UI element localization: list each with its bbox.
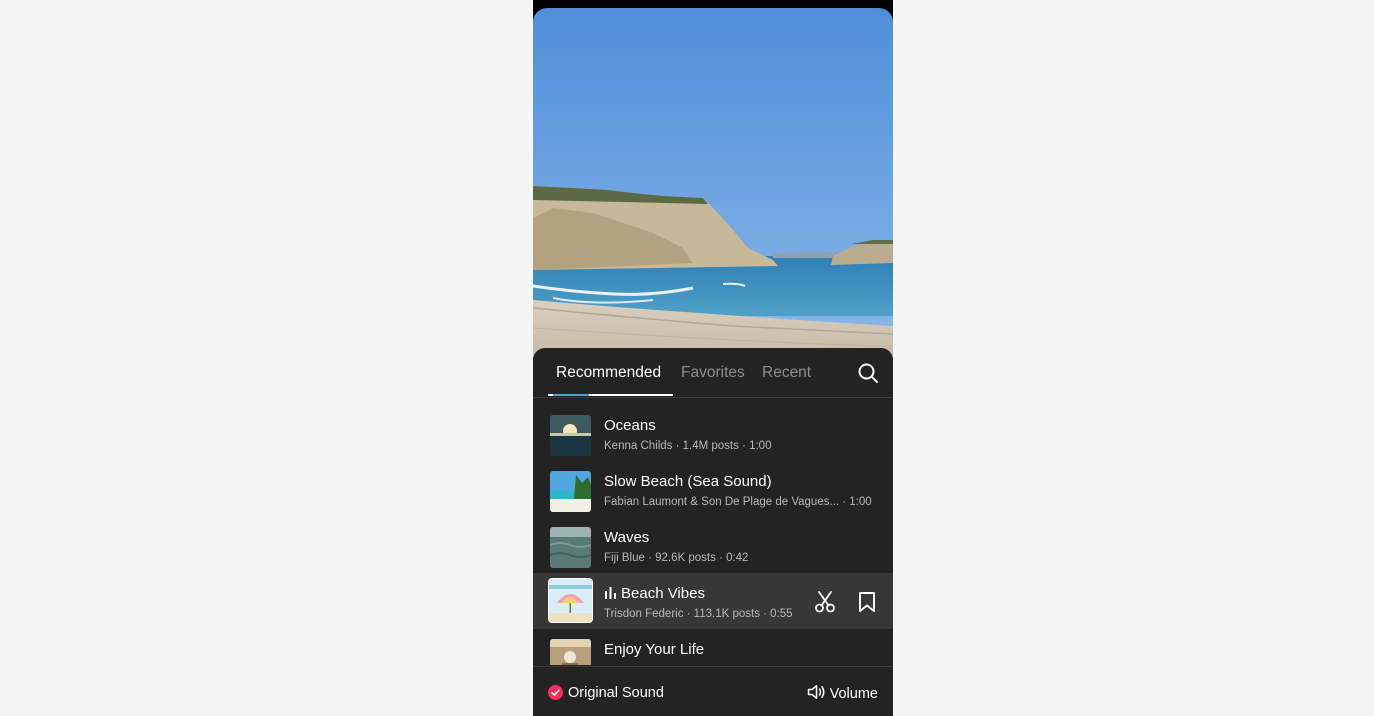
track-title: Waves — [604, 529, 650, 546]
original-sound-label: Original Sound — [568, 685, 664, 701]
list-item[interactable]: Oceans Kenna Childs · 1.4M posts · 1:00 — [533, 405, 893, 461]
scissors-icon — [815, 591, 835, 613]
list-item[interactable]: Waves Fiji Blue · 92.6K posts · 0:42 — [533, 517, 893, 573]
favorite-button[interactable] — [856, 591, 878, 613]
album-cover — [550, 415, 591, 456]
bottom-bar: Original Sound Volume — [533, 666, 893, 716]
original-sound-toggle[interactable]: Original Sound — [548, 684, 664, 702]
track-meta: Trisdon Federic · 113.1K posts · 0:55 — [604, 608, 793, 620]
tab-favorites[interactable]: Favorites — [681, 364, 745, 382]
track-title: Oceans — [604, 417, 656, 434]
trim-button[interactable] — [814, 591, 836, 613]
bookmark-icon — [859, 592, 875, 612]
list-item[interactable]: Slow Beach (Sea Sound) Fabian Laumont & … — [533, 461, 893, 517]
list-item-selected[interactable]: Beach Vibes Trisdon Federic · 113.1K pos… — [533, 573, 893, 629]
track-meta: Fiji Blue · 92.6K posts · 0:42 — [604, 552, 749, 564]
search-icon — [858, 363, 878, 383]
track-title: Beach Vibes — [604, 585, 705, 602]
album-cover — [550, 639, 591, 665]
video-preview[interactable] — [533, 8, 893, 358]
active-tab-indicator — [548, 394, 673, 396]
tab-recent[interactable]: Recent — [762, 364, 811, 382]
list-item[interactable]: Enjoy Your Life — [533, 629, 893, 665]
phone-screen: Recommended Favorites Recent Oceans Kenn… — [533, 0, 893, 716]
sound-panel: Recommended Favorites Recent Oceans Kenn… — [533, 348, 893, 716]
tab-recommended[interactable]: Recommended — [556, 364, 661, 382]
album-cover — [550, 471, 591, 512]
tab-bar: Recommended Favorites Recent — [533, 348, 893, 398]
sound-list: Oceans Kenna Childs · 1.4M posts · 1:00 … — [533, 405, 893, 665]
volume-label: Volume — [829, 686, 878, 702]
volume-button[interactable]: Volume — [807, 684, 878, 703]
album-cover — [548, 578, 593, 623]
equalizer-icon — [605, 587, 616, 599]
track-meta: Kenna Childs · 1.4M posts · 1:00 — [604, 440, 772, 452]
check-icon — [548, 685, 563, 700]
speaker-icon — [807, 685, 825, 699]
search-button[interactable] — [857, 362, 879, 384]
track-meta: Fabian Laumont & Son De Plage de Vagues.… — [604, 496, 872, 508]
track-title: Enjoy Your Life — [604, 641, 705, 658]
album-cover — [550, 527, 591, 568]
track-title: Slow Beach (Sea Sound) — [604, 473, 772, 490]
track-title-text: Beach Vibes — [621, 585, 705, 602]
